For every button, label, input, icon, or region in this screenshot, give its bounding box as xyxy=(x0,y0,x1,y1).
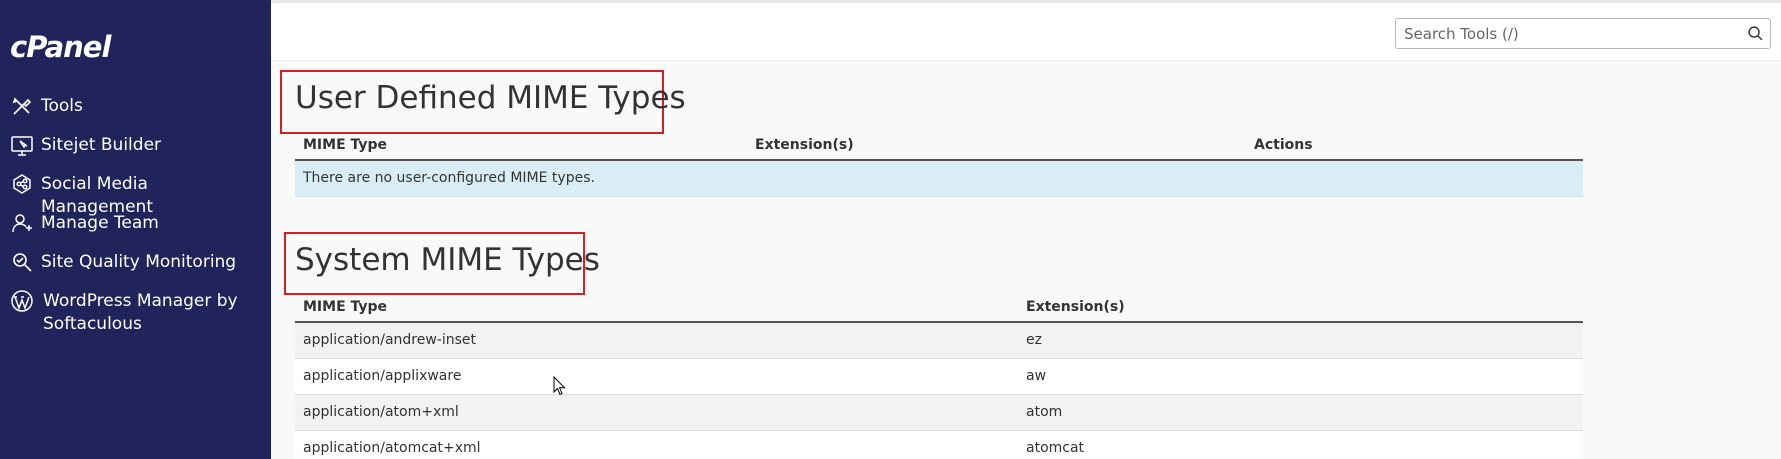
user-defined-mime-types-title: User Defined MIME Types xyxy=(295,80,686,116)
sidebar-item-label-line1: WordPress Manager by xyxy=(43,291,238,311)
column-header-extensions[interactable]: Extension(s) xyxy=(755,137,854,153)
table-row: application/andrew-inset ez xyxy=(295,323,1583,359)
table-row: application/atom+xml atom xyxy=(295,395,1583,431)
sidebar-item-tools[interactable]: Tools xyxy=(0,88,271,127)
mime-type-cell: application/atomcat+xml xyxy=(303,440,481,456)
top-bar xyxy=(271,0,1781,61)
empty-message-row: There are no user-configured MIME types. xyxy=(295,161,1583,197)
sidebar-item-label: WordPress Manager by Softaculous xyxy=(43,290,238,336)
sidebar-item-sitejet-builder[interactable]: Sitejet Builder xyxy=(0,127,271,166)
empty-message: There are no user-configured MIME types. xyxy=(303,170,595,186)
wordpress-icon xyxy=(10,289,34,313)
sitejet-builder-icon xyxy=(10,133,34,157)
main-content: User Defined MIME Types MIME Type Extens… xyxy=(271,0,1781,459)
extension-cell: ez xyxy=(1026,332,1042,348)
mime-type-cell: application/applixware xyxy=(303,368,462,384)
search-input[interactable] xyxy=(1396,19,1736,48)
site-quality-icon xyxy=(10,250,34,274)
system-table-header: MIME Type Extension(s) xyxy=(295,290,1583,323)
sidebar-item-label: Tools xyxy=(41,96,83,116)
sidebar-item-label: Sitejet Builder xyxy=(41,135,162,155)
table-row: application/atomcat+xml atomcat xyxy=(295,431,1583,459)
column-header-mime-type[interactable]: MIME Type xyxy=(303,137,387,153)
extension-cell: atom xyxy=(1026,404,1063,420)
extension-cell: aw xyxy=(1026,368,1047,384)
search-box[interactable] xyxy=(1395,18,1771,49)
sidebar-item-site-quality-monitoring[interactable]: Site Quality Monitoring xyxy=(0,244,271,283)
manage-team-icon xyxy=(10,211,34,235)
mime-type-cell: application/andrew-inset xyxy=(303,332,477,348)
sidebar-item-label-line2: Softaculous xyxy=(43,314,142,334)
sidebar-item-wordpress-manager[interactable]: WordPress Manager by Softaculous xyxy=(0,283,271,341)
system-mime-types-title: System MIME Types xyxy=(295,242,600,278)
mime-type-cell: application/atom+xml xyxy=(303,404,459,420)
sidebar-nav: Tools Sitejet Builder Social Media Manag… xyxy=(0,88,271,341)
column-header-mime-type[interactable]: MIME Type xyxy=(303,299,387,315)
sidebar-item-label: Site Quality Monitoring xyxy=(41,252,237,272)
mouse-cursor-icon xyxy=(553,376,566,396)
social-media-icon xyxy=(10,172,34,196)
extension-cell: atomcat xyxy=(1026,440,1085,456)
cpanel-logo[interactable]: cPanel xyxy=(10,30,111,64)
table-row: application/applixware aw xyxy=(295,359,1583,395)
sidebar-item-label: Manage Team xyxy=(41,213,159,233)
sidebar: cPanel Tools Sitejet Builder Social Medi… xyxy=(0,0,271,459)
column-header-actions: Actions xyxy=(1254,137,1313,153)
search-icon[interactable] xyxy=(1747,25,1764,42)
column-header-extensions[interactable]: Extension(s) xyxy=(1026,299,1125,315)
user-defined-table-header: MIME Type Extension(s) Actions xyxy=(295,128,1583,161)
tools-icon xyxy=(10,94,34,118)
sidebar-item-social-media-management[interactable]: Social Media Management xyxy=(0,166,271,217)
